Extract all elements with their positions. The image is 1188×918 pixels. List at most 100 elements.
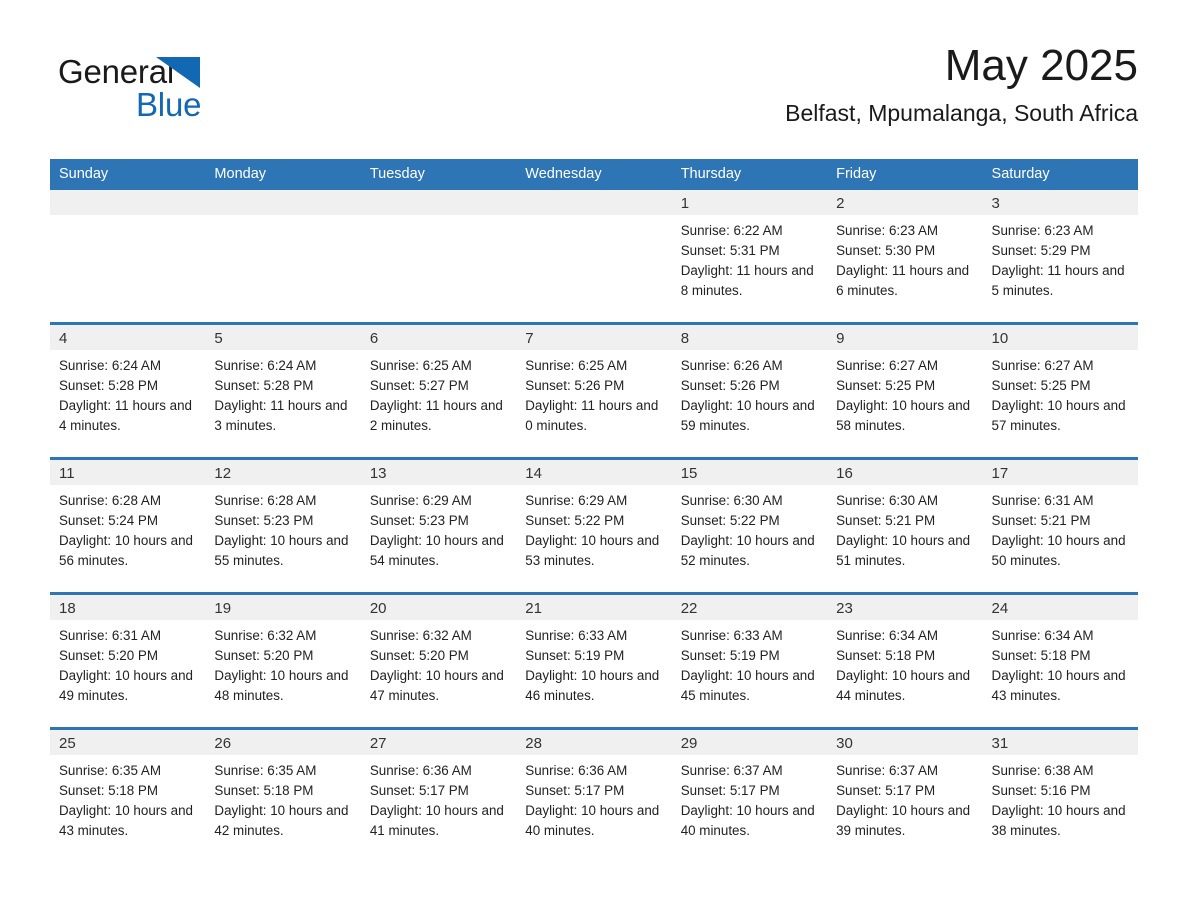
- sunrise-text: Sunrise: 6:32 AM: [214, 628, 317, 643]
- daylight-text: Daylight: 11 hours and 3 minutes.: [214, 398, 348, 433]
- sunrise-text: Sunrise: 6:33 AM: [525, 628, 628, 643]
- weekday-header-sunday: Sunday: [50, 159, 206, 190]
- sunset-text: Sunset: 5:23 PM: [369, 513, 469, 528]
- sunset-text: Sunset: 5:20 PM: [369, 648, 469, 663]
- day-number: 11: [50, 460, 206, 485]
- sunset-text: Sunset: 5:25 PM: [991, 378, 1091, 393]
- calendar-day-cell[interactable]: [516, 190, 672, 324]
- sunrise-text: Sunrise: 6:25 AM: [525, 358, 628, 373]
- general-blue-logo[interactable]: General Blue: [58, 54, 258, 130]
- day-details: Sunrise: 6:30 AM Sunset: 5:22 PM Daylight:…: [672, 485, 827, 571]
- day-number: 17: [982, 460, 1138, 485]
- day-details: Sunrise: 6:36 AM Sunset: 5:17 PM Daylight:…: [361, 755, 516, 841]
- sunrise-text: Sunrise: 6:28 AM: [214, 493, 317, 508]
- calendar-day-cell[interactable]: 24 Sunrise: 6:34 AM Sunset: 5:18 PM Dayligh…: [982, 592, 1138, 729]
- sunset-text: Sunset: 5:18 PM: [991, 648, 1091, 663]
- calendar-day-cell[interactable]: 10 Sunrise: 6:27 AM Sunset: 5:25 PM Dayligh…: [982, 322, 1138, 459]
- day-number: 15: [671, 460, 828, 485]
- sunrise-text: Sunrise: 6:36 AM: [369, 763, 472, 778]
- sunrise-text: Sunrise: 6:37 AM: [836, 763, 939, 778]
- sunset-text: Sunset: 5:23 PM: [214, 513, 314, 528]
- calendar-day-cell[interactable]: 25 Sunrise: 6:35 AM Sunset: 5:18 PM Dayligh…: [50, 727, 206, 862]
- calendar-day-cell[interactable]: 22 Sunrise: 6:33 AM Sunset: 5:19 PM Dayligh…: [671, 592, 828, 729]
- daylight-text: Daylight: 10 hours and 47 minutes.: [369, 668, 504, 703]
- daylight-text: Daylight: 10 hours and 49 minutes.: [59, 668, 193, 703]
- calendar-day-cell[interactable]: 23 Sunrise: 6:34 AM Sunset: 5:18 PM Dayligh…: [827, 592, 983, 729]
- calendar-day-cell[interactable]: 14 Sunrise: 6:29 AM Sunset: 5:22 PM Dayligh…: [516, 457, 672, 594]
- calendar-day-cell[interactable]: 15 Sunrise: 6:30 AM Sunset: 5:22 PM Dayligh…: [671, 457, 828, 594]
- daylight-text: Daylight: 10 hours and 59 minutes.: [680, 398, 815, 433]
- title-block: May 2025 Belfast, Mpumalanga, South Afri…: [785, 40, 1138, 128]
- calendar-day-cell[interactable]: 21 Sunrise: 6:33 AM Sunset: 5:19 PM Dayligh…: [516, 592, 672, 729]
- calendar-day-cell[interactable]: 28 Sunrise: 6:36 AM Sunset: 5:17 PM Dayligh…: [516, 727, 672, 862]
- day-details: Sunrise: 6:35 AM Sunset: 5:18 PM Daylight:…: [205, 755, 360, 841]
- calendar-day-cell[interactable]: 16 Sunrise: 6:30 AM Sunset: 5:21 PM Dayligh…: [827, 457, 983, 594]
- calendar-day-cell[interactable]: 3 Sunrise: 6:23 AM Sunset: 5:29 PM Daylight…: [982, 190, 1138, 324]
- calendar-day-cell[interactable]: 1 Sunrise: 6:22 AM Sunset: 5:31 PM Daylight…: [671, 190, 828, 324]
- sunset-text: Sunset: 5:25 PM: [836, 378, 936, 393]
- calendar-day-cell[interactable]: 29 Sunrise: 6:37 AM Sunset: 5:17 PM Dayligh…: [671, 727, 828, 862]
- day-details: Sunrise: 6:30 AM Sunset: 5:21 PM Daylight:…: [827, 485, 982, 571]
- day-number: 8: [671, 325, 828, 350]
- sunset-text: Sunset: 5:22 PM: [525, 513, 625, 528]
- day-details: Sunrise: 6:23 AM Sunset: 5:29 PM Daylight:…: [983, 215, 1138, 301]
- sunset-text: Sunset: 5:19 PM: [525, 648, 625, 663]
- daylight-text: Daylight: 11 hours and 6 minutes.: [836, 263, 970, 298]
- sunrise-text: Sunrise: 6:37 AM: [680, 763, 783, 778]
- day-number: 24: [982, 595, 1138, 620]
- calendar-day-cell[interactable]: [360, 190, 517, 324]
- sunset-text: Sunset: 5:28 PM: [59, 378, 158, 393]
- day-number: 27: [360, 730, 517, 755]
- calendar-day-cell[interactable]: 6 Sunrise: 6:25 AM Sunset: 5:27 PM Daylight…: [360, 322, 517, 459]
- calendar-day-cell[interactable]: 30 Sunrise: 6:37 AM Sunset: 5:17 PM Dayligh…: [827, 727, 983, 862]
- daylight-text: Daylight: 10 hours and 55 minutes.: [214, 533, 349, 568]
- day-number: 7: [516, 325, 672, 350]
- sunrise-text: Sunrise: 6:24 AM: [214, 358, 317, 373]
- calendar-day-cell[interactable]: [50, 190, 206, 324]
- daylight-text: Daylight: 10 hours and 40 minutes.: [525, 803, 660, 838]
- day-details: Sunrise: 6:22 AM Sunset: 5:31 PM Daylight:…: [672, 215, 827, 301]
- calendar-day-cell[interactable]: 17 Sunrise: 6:31 AM Sunset: 5:21 PM Dayligh…: [982, 457, 1138, 594]
- day-number: [516, 190, 672, 215]
- calendar-day-cell[interactable]: 20 Sunrise: 6:32 AM Sunset: 5:20 PM Dayligh…: [360, 592, 517, 729]
- sunrise-text: Sunrise: 6:38 AM: [991, 763, 1094, 778]
- calendar-day-cell[interactable]: 27 Sunrise: 6:36 AM Sunset: 5:17 PM Dayligh…: [360, 727, 517, 862]
- calendar-day-cell[interactable]: 31 Sunrise: 6:38 AM Sunset: 5:16 PM Dayligh…: [982, 727, 1138, 862]
- day-details: Sunrise: 6:37 AM Sunset: 5:17 PM Daylight:…: [672, 755, 827, 841]
- calendar-day-cell[interactable]: 18 Sunrise: 6:31 AM Sunset: 5:20 PM Dayligh…: [50, 592, 206, 729]
- day-details: Sunrise: 6:25 AM Sunset: 5:27 PM Daylight:…: [361, 350, 516, 436]
- sunrise-text: Sunrise: 6:34 AM: [991, 628, 1094, 643]
- day-number: 26: [205, 730, 361, 755]
- daylight-text: Daylight: 10 hours and 56 minutes.: [59, 533, 193, 568]
- day-number: 29: [671, 730, 828, 755]
- calendar-day-cell[interactable]: 19 Sunrise: 6:32 AM Sunset: 5:20 PM Dayligh…: [205, 592, 361, 729]
- calendar-day-cell[interactable]: 26 Sunrise: 6:35 AM Sunset: 5:18 PM Dayligh…: [205, 727, 361, 862]
- calendar-day-cell[interactable]: 12 Sunrise: 6:28 AM Sunset: 5:23 PM Dayligh…: [205, 457, 361, 594]
- daylight-text: Daylight: 10 hours and 58 minutes.: [836, 398, 971, 433]
- calendar-day-cell[interactable]: 9 Sunrise: 6:27 AM Sunset: 5:25 PM Daylight…: [827, 322, 983, 459]
- daylight-text: Daylight: 10 hours and 38 minutes.: [991, 803, 1126, 838]
- daylight-text: Daylight: 10 hours and 42 minutes.: [214, 803, 349, 838]
- calendar-week-row: 11 Sunrise: 6:28 AM Sunset: 5:24 PM Dayligh…: [50, 457, 1138, 594]
- day-details: Sunrise: 6:32 AM Sunset: 5:20 PM Daylight:…: [361, 620, 516, 706]
- daylight-text: Daylight: 10 hours and 40 minutes.: [680, 803, 815, 838]
- sunset-text: Sunset: 5:27 PM: [369, 378, 469, 393]
- day-number: 22: [671, 595, 828, 620]
- calendar-day-cell[interactable]: 13 Sunrise: 6:29 AM Sunset: 5:23 PM Dayligh…: [360, 457, 517, 594]
- sunrise-text: Sunrise: 6:31 AM: [991, 493, 1094, 508]
- day-details: Sunrise: 6:28 AM Sunset: 5:24 PM Daylight:…: [50, 485, 205, 571]
- calendar-day-cell[interactable]: [205, 190, 361, 324]
- day-details: Sunrise: 6:34 AM Sunset: 5:18 PM Daylight:…: [827, 620, 982, 706]
- day-details: Sunrise: 6:36 AM Sunset: 5:17 PM Daylight:…: [516, 755, 671, 841]
- calendar-day-cell[interactable]: 11 Sunrise: 6:28 AM Sunset: 5:24 PM Dayligh…: [50, 457, 206, 594]
- calendar-day-cell[interactable]: 8 Sunrise: 6:26 AM Sunset: 5:26 PM Daylight…: [671, 322, 828, 459]
- calendar-day-cell[interactable]: 4 Sunrise: 6:24 AM Sunset: 5:28 PM Daylight…: [50, 322, 206, 459]
- day-number: 10: [982, 325, 1138, 350]
- calendar-day-cell[interactable]: 2 Sunrise: 6:23 AM Sunset: 5:30 PM Daylight…: [827, 190, 983, 324]
- daylight-text: Daylight: 10 hours and 45 minutes.: [680, 668, 815, 703]
- calendar-day-cell[interactable]: 5 Sunrise: 6:24 AM Sunset: 5:28 PM Daylight…: [205, 322, 361, 459]
- calendar-day-cell[interactable]: 7 Sunrise: 6:25 AM Sunset: 5:26 PM Daylight…: [516, 322, 672, 459]
- day-details: [205, 215, 360, 221]
- daylight-text: Daylight: 10 hours and 46 minutes.: [525, 668, 660, 703]
- sunset-text: Sunset: 5:21 PM: [836, 513, 936, 528]
